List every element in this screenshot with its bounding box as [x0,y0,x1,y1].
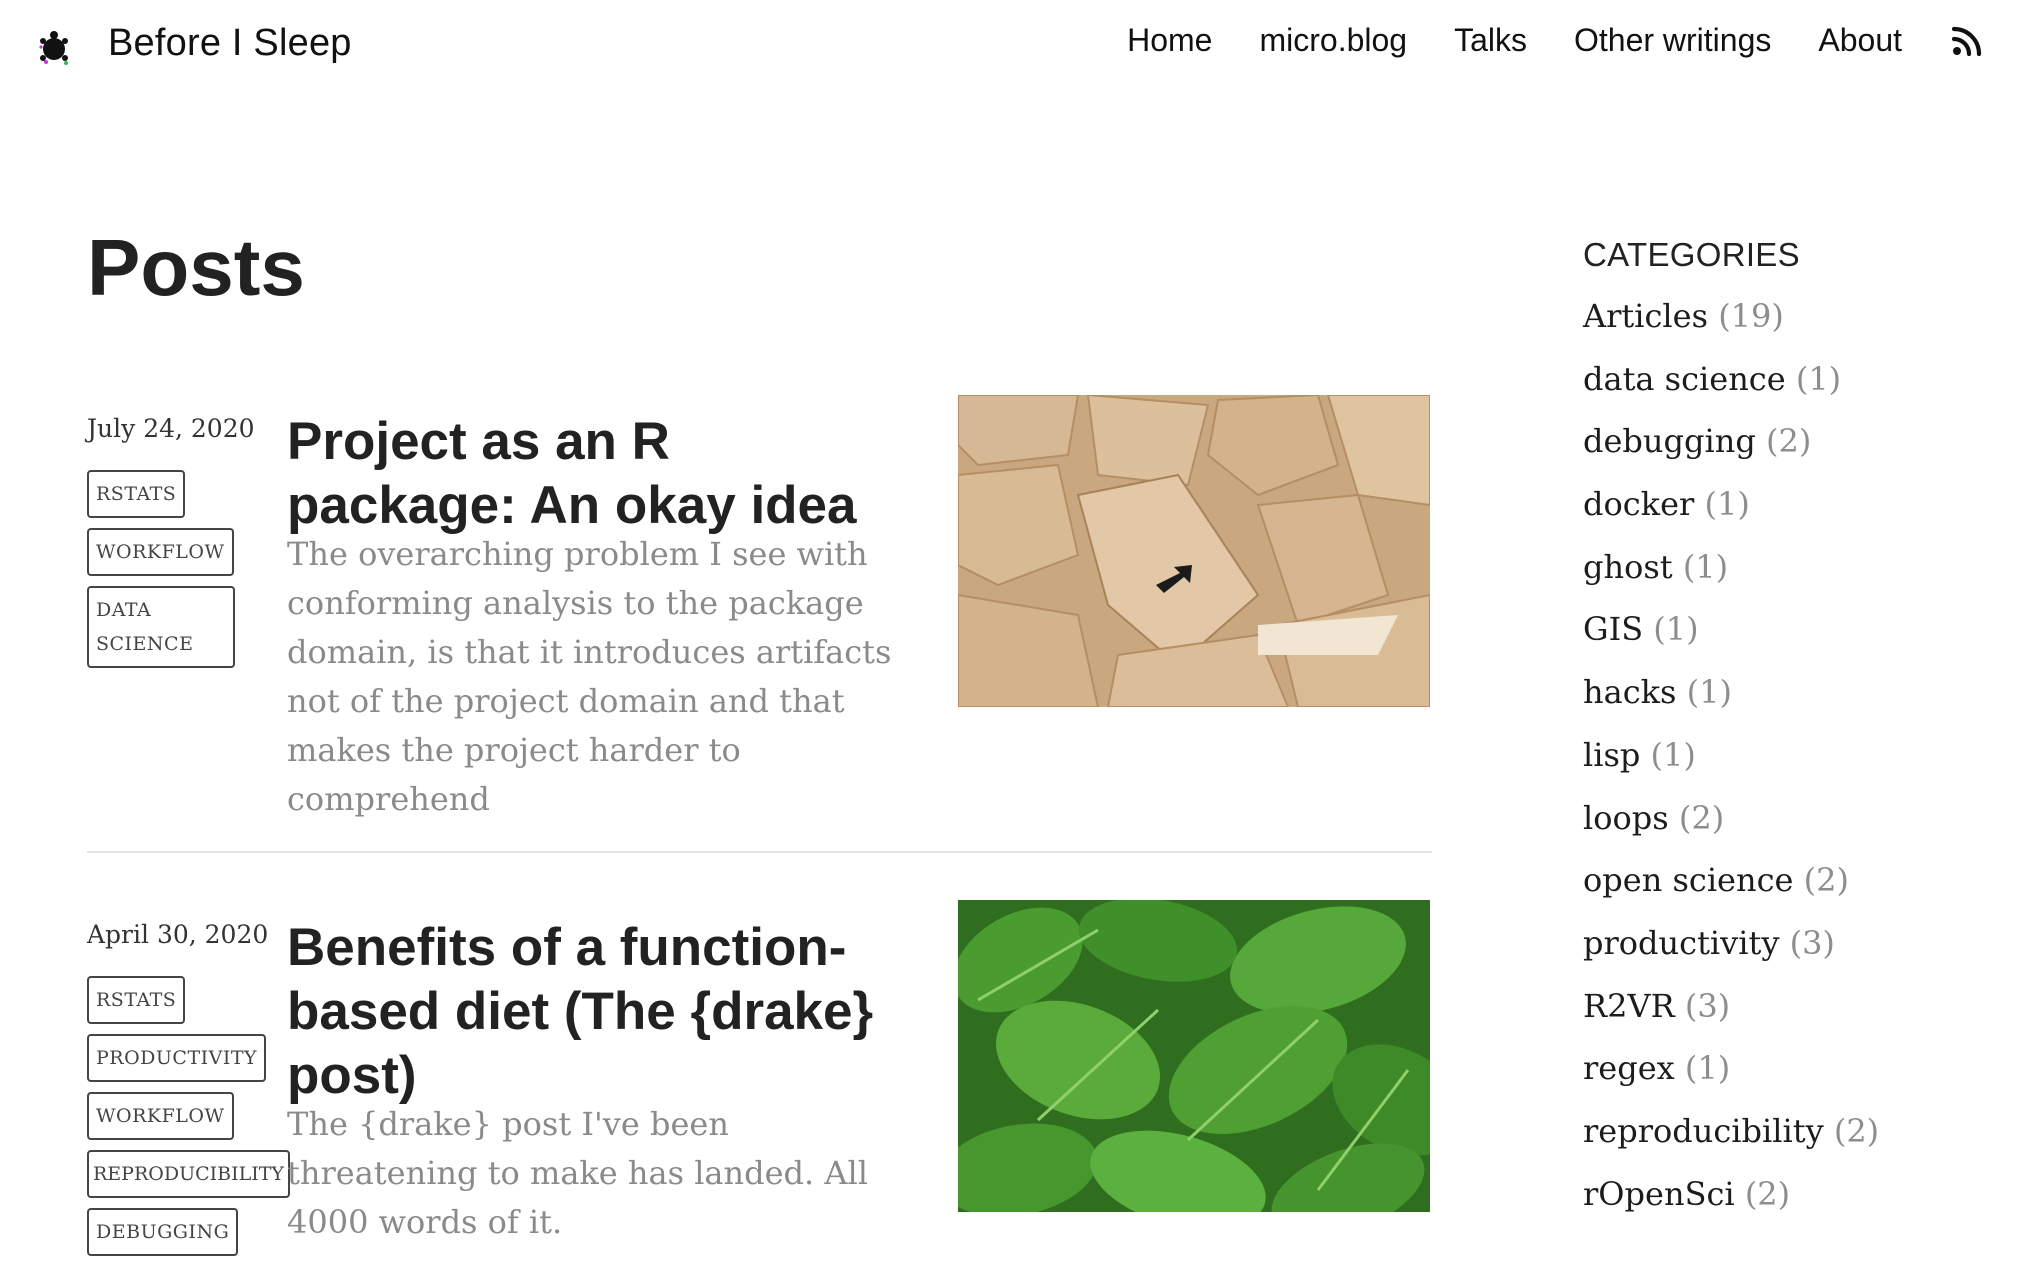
category-name: docker [1583,485,1695,524]
category-name: lisp [1583,735,1641,774]
category-lisp[interactable]: lisp (1) [1583,735,1983,775]
post-excerpt: The overarching problem I see with confo… [287,535,892,818]
categories-sidebar: CATEGORIES Articles (19) data science (1… [1583,236,1983,1236]
category-name: productivity [1583,923,1780,962]
category-count: (2) [1765,422,1812,461]
category-count: (1) [1684,1049,1731,1088]
category-ghost[interactable]: ghost (1) [1583,547,1983,587]
category-count: (19) [1718,297,1784,335]
turtle-logo-icon[interactable] [36,27,74,67]
tag-workflow[interactable]: WORKFLOW [87,528,234,576]
cardboard-image[interactable] [958,395,1430,707]
post-title[interactable]: Benefits of a function-based diet (The {… [287,916,897,1108]
category-name: regex [1583,1049,1675,1088]
category-name: reproducibility [1583,1111,1824,1150]
category-count: (2) [1678,798,1725,837]
category-count: (3) [1789,923,1835,962]
category-name: hacks [1583,673,1677,712]
category-debugging[interactable]: debugging (2) [1583,421,1983,461]
category-name: R2VR [1583,986,1675,1025]
tag-rstats[interactable]: RSTATS [87,470,186,518]
category-name: ghost [1583,547,1673,586]
post-tags: RSTATS WORKFLOW DATA SCIENCE [87,470,287,678]
category-data-science[interactable]: data science (1) [1583,359,1983,399]
category-name: open science [1583,861,1794,900]
page-title: Posts [87,223,305,312]
category-r2vr[interactable]: R2VR (3) [1583,986,1983,1026]
category-hacks[interactable]: hacks (1) [1583,672,1983,712]
rss-icon[interactable] [1952,26,1982,56]
category-productivity[interactable]: productivity (3) [1583,923,1983,963]
main-nav: Home micro.blog Talks Other writings Abo… [1080,22,1982,59]
nav-talks[interactable]: Talks [1454,22,1527,59]
post-tags: RSTATS PRODUCTIVITY WORKFLOW REPRODUCIBI… [87,976,290,1266]
post-excerpt: The {drake} post I've been threatening t… [287,1105,868,1241]
category-count: (3) [1684,986,1731,1025]
tag-workflow[interactable]: WORKFLOW [87,1092,234,1140]
category-count: (2) [1744,1174,1791,1213]
post-date: July 24, 2020 [87,414,255,443]
spinach-image[interactable] [958,900,1430,1212]
category-reproducibility[interactable]: reproducibility (2) [1583,1111,1983,1151]
category-count: (1) [1704,485,1750,524]
nav-micro-blog[interactable]: micro.blog [1259,22,1407,59]
category-name: GIS [1583,610,1644,649]
category-count: (1) [1653,610,1699,649]
category-docker[interactable]: docker (1) [1583,484,1983,524]
category-count: (1) [1686,673,1732,712]
nav-home[interactable]: Home [1127,22,1212,59]
category-open-science[interactable]: open science (2) [1583,860,1983,900]
category-name: debugging [1583,422,1756,461]
category-name: rOpenSci [1583,1174,1735,1213]
post-date: April 30, 2020 [87,920,269,949]
site-header: Before I Sleep Home micro.blog Talks Oth… [0,0,2018,96]
tag-reproducibility[interactable]: REPRODUCIBILITY [87,1150,290,1198]
tag-productivity[interactable]: PRODUCTIVITY [87,1034,267,1082]
category-ropensci[interactable]: rOpenSci (2) [1583,1174,1983,1214]
category-count: (2) [1803,861,1849,900]
tag-rstats[interactable]: RSTATS [87,976,186,1024]
category-gis[interactable]: GIS (1) [1583,609,1983,649]
category-name: Articles [1583,297,1709,335]
category-articles[interactable]: Articles (19) [1583,296,1983,336]
nav-about[interactable]: About [1818,22,1902,59]
nav-other-writings[interactable]: Other writings [1574,22,1771,59]
categories-list: Articles (19) data science (1) debugging… [1583,296,1983,1214]
category-regex[interactable]: regex (1) [1583,1048,1983,1088]
category-count: (1) [1650,735,1696,774]
category-loops[interactable]: loops (2) [1583,798,1983,838]
category-name: data science [1583,359,1786,398]
categories-heading: CATEGORIES [1583,236,1800,273]
category-count: (2) [1833,1111,1880,1150]
tag-data-science[interactable]: DATA SCIENCE [87,586,235,668]
category-count: (1) [1682,547,1729,586]
category-count: (1) [1795,359,1842,398]
site-title[interactable]: Before I Sleep [108,22,352,65]
post-divider [87,851,1432,853]
category-name: loops [1583,798,1669,837]
post-title[interactable]: Project as an R package: An okay idea [287,410,897,538]
tag-debugging[interactable]: DEBUGGING [87,1208,239,1256]
